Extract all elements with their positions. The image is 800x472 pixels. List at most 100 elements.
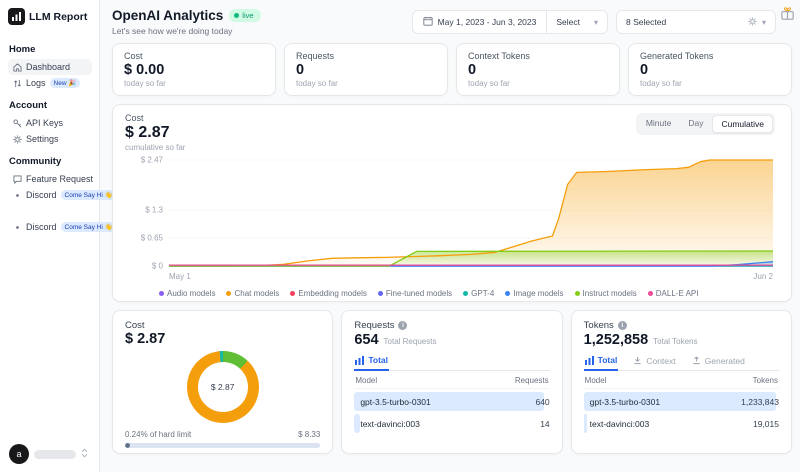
- legend-label: DALL-E API: [656, 289, 699, 298]
- calendar-icon: [423, 16, 433, 28]
- card-sub: Total Requests: [384, 337, 437, 346]
- row-value: 1,233,843: [741, 397, 779, 407]
- toggle-cumulative[interactable]: Cumulative: [712, 115, 773, 133]
- table-row[interactable]: gpt-3.5-turbo-03011,233,843: [584, 392, 779, 411]
- requests-card: Requests 654 Total Requests Total Model …: [341, 310, 562, 454]
- models-filter-select[interactable]: 8 Selected ▾: [616, 10, 776, 34]
- granularity-toggle: Minute Day Cumulative: [636, 113, 775, 135]
- svg-text:$ 0: $ 0: [152, 262, 164, 271]
- tokens-tabs: Total Context Generated: [584, 355, 779, 371]
- requests-table: gpt-3.5-turbo-0301640 text-davinci:00314: [354, 392, 549, 433]
- tab-label: Total: [368, 355, 388, 365]
- sidebar-item-discord-2[interactable]: Discord Come Say Hi 👋: [8, 219, 92, 235]
- toggle-day[interactable]: Day: [680, 115, 711, 133]
- row-value: 640: [535, 397, 549, 407]
- stat-label: Generated Tokens: [640, 51, 780, 61]
- legend-item[interactable]: Chat models: [226, 289, 279, 298]
- card-value: $ 2.87: [125, 331, 320, 347]
- tokens-tab-generated[interactable]: Generated: [691, 355, 746, 370]
- card-title: Cost: [125, 320, 320, 331]
- preset-select[interactable]: Select ▾: [547, 17, 607, 27]
- tokens-tab-total[interactable]: Total: [584, 355, 619, 371]
- svg-text:$ 2.47: $ 2.47: [141, 156, 164, 165]
- user-menu[interactable]: a: [8, 442, 92, 466]
- model-name: text-davinci:003: [584, 419, 650, 429]
- legend-label: Audio models: [167, 289, 215, 298]
- live-dot-icon: [234, 13, 239, 18]
- live-badge: live: [229, 9, 260, 22]
- gear-icon: [12, 134, 22, 144]
- section-title-account: Account: [9, 100, 92, 111]
- upload-icon: [692, 356, 701, 365]
- section-title-home: Home: [9, 44, 92, 55]
- sidebar-item-feature-request[interactable]: Feature Request: [8, 171, 92, 187]
- gift-icon[interactable]: [780, 6, 796, 22]
- legend-item[interactable]: Embedding models: [290, 289, 366, 298]
- chart-title: Cost: [125, 113, 185, 123]
- date-range-button[interactable]: May 1, 2023 - Jun 3, 2023: [413, 16, 547, 28]
- legend-dot-icon: [575, 291, 580, 296]
- info-icon[interactable]: [398, 321, 407, 330]
- legend-dot-icon: [648, 291, 653, 296]
- sidebar-item-label: Logs: [26, 78, 46, 88]
- key-icon: [12, 118, 22, 128]
- sidebar-item-label: API Keys: [26, 118, 63, 128]
- toggle-minute[interactable]: Minute: [638, 115, 680, 133]
- tab-label: Total: [598, 355, 618, 365]
- page-subtitle: Let's see how we're doing today: [112, 26, 261, 36]
- legend-item[interactable]: Audio models: [159, 289, 215, 298]
- svg-text:Jun 2: Jun 2: [753, 272, 773, 281]
- table-row[interactable]: gpt-3.5-turbo-0301640: [354, 392, 549, 411]
- chart-legend: Audio models Chat models Embedding models F…: [159, 289, 779, 298]
- legend-item[interactable]: DALL-E API: [648, 289, 699, 298]
- legend-item[interactable]: GPT-4: [463, 289, 494, 298]
- legend-label: Fine-tuned models: [386, 289, 452, 298]
- bottom-cards-row: Cost $ 2.87 $ 2.87 0.24% of hard limit $…: [112, 310, 792, 454]
- username-skeleton: [34, 450, 76, 459]
- column-header: Requests: [515, 376, 549, 385]
- sidebar-item-discord-1[interactable]: Discord Come Say Hi 👋: [8, 187, 92, 203]
- hard-limit-value: $ 8.33: [298, 430, 320, 439]
- legend-label: Embedding models: [298, 289, 366, 298]
- stat-cards-row: Cost $ 0.00 today so far Requests 0 toda…: [112, 43, 792, 96]
- sidebar-item-label: Feature Request: [26, 174, 93, 184]
- info-icon[interactable]: [618, 321, 627, 330]
- sidebar-item-dashboard[interactable]: Dashboard: [8, 59, 92, 75]
- donut-center-value: $ 2.87: [198, 362, 248, 412]
- app-logo-row[interactable]: LLM Report: [8, 8, 92, 25]
- legend-dot-icon: [378, 291, 383, 296]
- legend-item[interactable]: Instruct models: [575, 289, 637, 298]
- table-row[interactable]: text-davinci:00314: [354, 414, 549, 433]
- card-title: Tokens: [584, 320, 614, 331]
- table-row[interactable]: text-davinci:003 19,015: [584, 414, 779, 433]
- date-range-value: May 1, 2023 - Jun 3, 2023: [438, 17, 537, 27]
- date-range-control: May 1, 2023 - Jun 3, 2023 Select ▾: [412, 10, 608, 34]
- column-header: Model: [355, 376, 377, 385]
- sidebar-item-label: Discord: [26, 222, 57, 232]
- chevron-up-down-icon: [81, 448, 88, 461]
- sidebar-item-settings[interactable]: Settings: [8, 131, 92, 147]
- cost-area-chart[interactable]: $ 2.47$ 1.3$ 0.65$ 0May 1Jun 2: [125, 152, 779, 284]
- model-name: text-davinci:003: [354, 419, 420, 429]
- bar-chart-icon: [8, 8, 25, 25]
- preset-select-value: Select: [556, 17, 580, 27]
- legend-item[interactable]: Image models: [505, 289, 563, 298]
- row-value: 19,015: [753, 419, 779, 429]
- svg-text:$ 1.3: $ 1.3: [145, 206, 163, 215]
- hard-limit-progress: [125, 443, 320, 448]
- bar-chart-icon: [355, 356, 364, 365]
- legend-label: Instruct models: [583, 289, 637, 298]
- stat-card-cost: Cost $ 0.00 today so far: [112, 43, 276, 96]
- cost-donut-chart[interactable]: $ 2.87: [187, 351, 259, 423]
- new-badge: New 🎉: [50, 78, 81, 88]
- sidebar-item-api-keys[interactable]: API Keys: [8, 115, 92, 131]
- requests-tab-total[interactable]: Total: [354, 355, 389, 371]
- legend-item[interactable]: Fine-tuned models: [378, 289, 452, 298]
- sidebar-item-logs[interactable]: Logs New 🎉: [8, 75, 92, 91]
- stat-label: Context Tokens: [468, 51, 608, 61]
- column-header: Tokens: [753, 376, 778, 385]
- tab-label: Context: [646, 356, 675, 366]
- svg-text:$ 0.65: $ 0.65: [141, 234, 164, 243]
- tokens-tab-context[interactable]: Context: [632, 355, 676, 370]
- tokens-card: Tokens 1,252,858 Total Tokens TotalConte…: [571, 310, 792, 454]
